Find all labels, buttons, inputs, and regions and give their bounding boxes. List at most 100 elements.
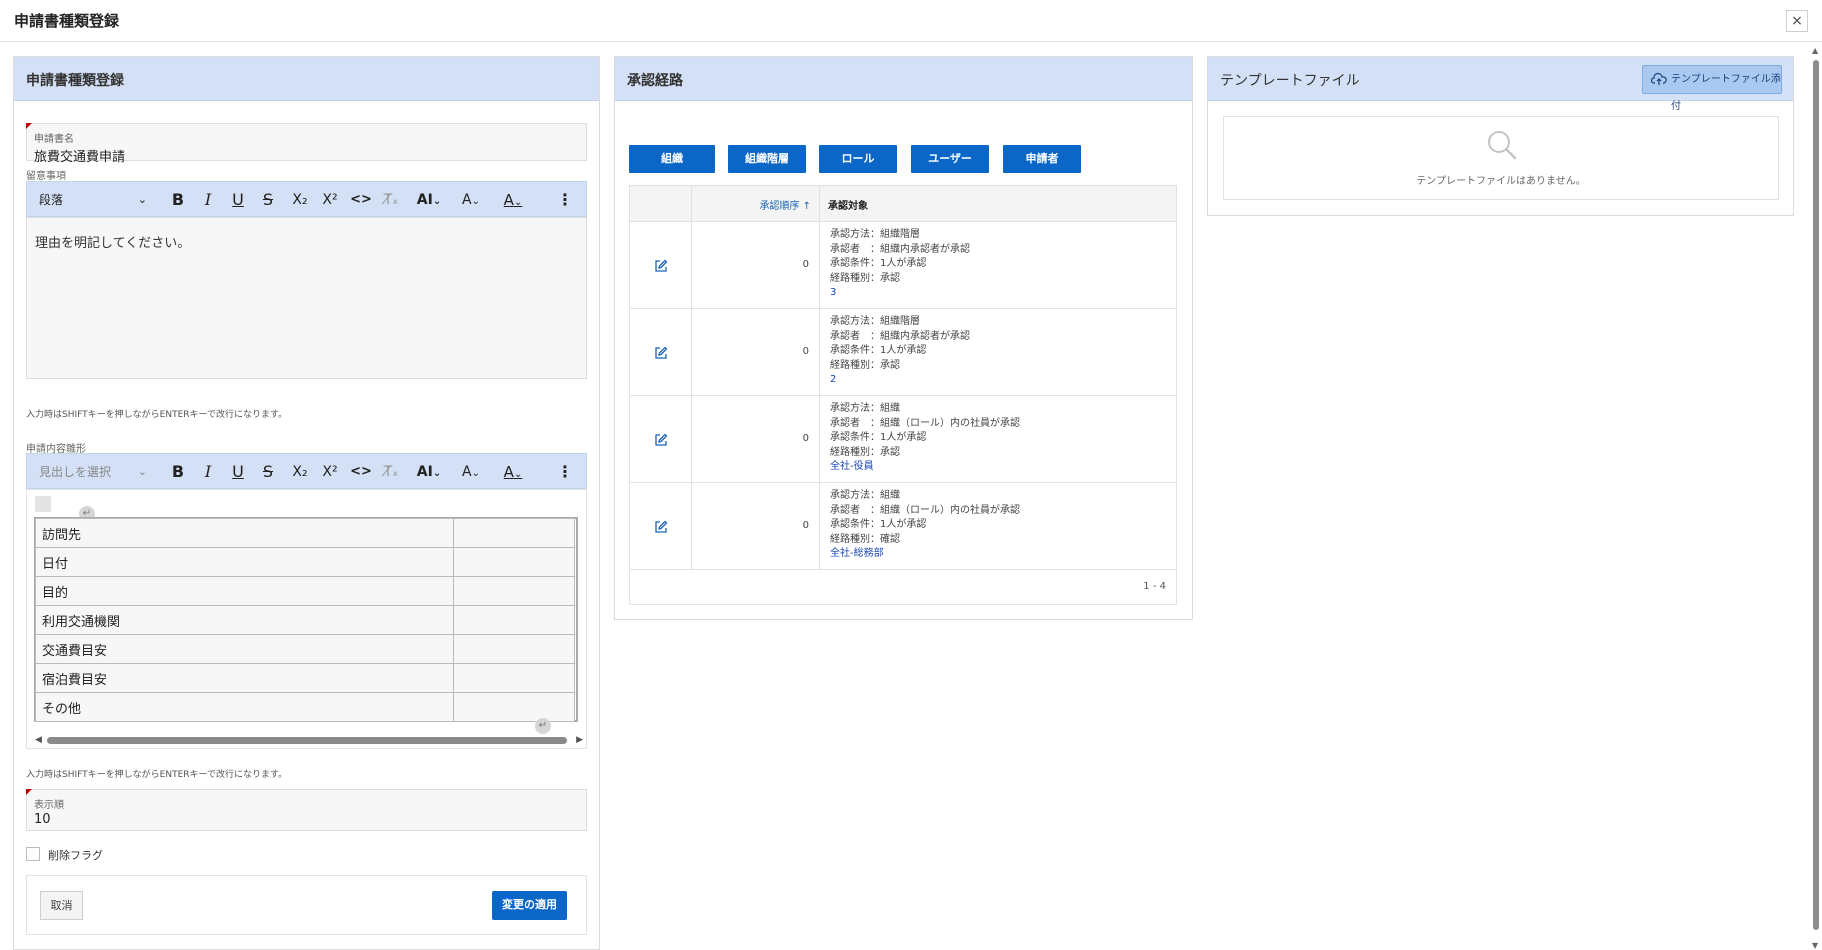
approval-route-header: 承認経路	[615, 57, 1192, 101]
underline-button[interactable]: U	[227, 460, 249, 484]
form-panel: 申請書種類登録 申請書名 旅費交通費申請 留意事項 段落 ⌄ B I U S X₂…	[13, 56, 600, 950]
detail-line: 承認方法：組織	[830, 403, 900, 414]
route-target-link[interactable]: 全社-総務部	[830, 547, 1020, 562]
edit-icon[interactable]	[653, 258, 669, 274]
empty-state: テンプレートファイルはありません。	[1223, 116, 1779, 200]
edit-icon[interactable]	[653, 519, 669, 535]
order-field[interactable]: 表示順 10	[26, 789, 587, 831]
chevron-down-icon: ⌄	[513, 197, 523, 208]
font-size-label: AI	[416, 464, 433, 480]
route-user-button[interactable]: ユーザー	[911, 145, 989, 173]
superscript-button[interactable]: X²	[317, 460, 343, 484]
delete-flag-label: 削除フラグ	[48, 849, 103, 862]
table-cell-value[interactable]	[453, 547, 575, 577]
approval-detail: 承認方法：組織階層 承認者 ：組織内承認者が承認 承認条件：1人が承認 経路種別：承認…	[830, 315, 970, 388]
strikethrough-button[interactable]: S	[257, 460, 279, 484]
font-style-button[interactable]: A⌄	[455, 460, 487, 484]
name-field[interactable]: 申請書名 旅費交通費申請	[26, 123, 587, 165]
clear-format-button[interactable]: T̸ₓ	[379, 460, 403, 484]
table-select-handle[interactable]	[35, 496, 51, 512]
template-hint: 入力時はSHIFTキーを押しながらENTERキーで改行になります。	[26, 770, 288, 780]
table-cell-label[interactable]: その他	[35, 692, 454, 722]
route-target-link[interactable]: 2	[830, 373, 970, 388]
paragraph-select-label: 段落	[39, 193, 64, 207]
table-cell-value[interactable]	[453, 692, 575, 722]
scrollbar-thumb[interactable]	[1813, 60, 1819, 930]
font-size-button[interactable]: AI⌄	[413, 188, 445, 212]
code-button[interactable]: <>	[349, 460, 373, 484]
italic-button[interactable]: I	[197, 460, 219, 484]
detail-line: 承認者 ：組織内承認者が承認	[830, 330, 970, 342]
table-cell-value[interactable]	[453, 634, 575, 664]
sort-order-header[interactable]: 承認順序 ↑	[692, 186, 820, 221]
notes-editor[interactable]: 理由を明記してください。	[26, 217, 587, 379]
template-editor[interactable]: ↵ 訪問先 日付 目的 利用交通機関 交通費目安 宿泊費目安 その他 ↵ ◀ ▶	[26, 489, 587, 749]
underline-button[interactable]: U	[227, 188, 249, 212]
notes-label: 留意事項	[26, 171, 66, 182]
edit-icon[interactable]	[653, 432, 669, 448]
detail-line: 経路種別：承認	[830, 359, 900, 371]
clear-format-button[interactable]: T̸ₓ	[379, 188, 403, 212]
table-cell-value[interactable]	[453, 518, 575, 548]
required-mark	[26, 123, 32, 129]
detail-line: 承認条件：1人が承認	[830, 258, 927, 269]
cancel-button[interactable]: 取消	[40, 891, 83, 920]
text-color-button[interactable]: A⌄	[497, 188, 529, 212]
chevron-down-icon: ⌄	[432, 196, 442, 207]
table-cell-label[interactable]: 目的	[35, 576, 454, 606]
code-button[interactable]: <>	[349, 188, 373, 212]
scroll-left-icon[interactable]: ◀	[35, 735, 42, 745]
scroll-down-icon[interactable]: ▼	[1812, 941, 1818, 950]
bold-button[interactable]: B	[167, 188, 189, 212]
close-button[interactable]: ×	[1786, 10, 1808, 32]
name-field-value: 旅費交通費申請	[34, 150, 126, 165]
more-options-icon[interactable]: ⋮	[557, 188, 573, 212]
vertical-scrollbar[interactable]: ▲ ▼	[1811, 46, 1821, 950]
action-bar: 取消 変更の適用	[26, 875, 587, 935]
paragraph-select[interactable]: 段落 ⌄	[33, 189, 151, 211]
edit-icon[interactable]	[653, 345, 669, 361]
horizontal-scrollbar[interactable]: ◀ ▶	[35, 735, 583, 745]
route-role-button[interactable]: ロール	[819, 145, 897, 173]
table-cell-label[interactable]: 宿泊費目安	[35, 663, 454, 693]
apply-button[interactable]: 変更の適用	[492, 891, 567, 920]
route-target-link[interactable]: 3	[830, 286, 970, 301]
italic-button[interactable]: I	[197, 188, 219, 212]
strikethrough-button[interactable]: S	[257, 188, 279, 212]
table-cell-value[interactable]	[453, 576, 575, 606]
table-cell-label[interactable]: 交通費目安	[35, 634, 454, 664]
heading-select[interactable]: 見出しを選択 ⌄	[33, 461, 151, 483]
table-cell-label[interactable]: 利用交通機関	[35, 605, 454, 635]
table-cell-value[interactable]	[453, 605, 575, 635]
row-action-cell	[630, 309, 692, 395]
bold-button[interactable]: B	[167, 460, 189, 484]
route-org-hierarchy-button[interactable]: 組織階層	[728, 145, 806, 173]
text-color-label: A	[503, 191, 514, 209]
route-applicant-button[interactable]: 申請者	[1003, 145, 1081, 173]
subscript-button[interactable]: X₂	[287, 460, 313, 484]
font-style-button[interactable]: A⌄	[455, 188, 487, 212]
table-cell-value[interactable]	[453, 663, 575, 693]
text-color-button[interactable]: A⌄	[497, 460, 529, 484]
notes-hint: 入力時はSHIFTキーを押しながらENTERキーで改行になります。	[26, 410, 288, 420]
search-icon	[1488, 131, 1517, 160]
row-target-cell: 承認方法：組織 承認者 ：組織（ロール）内の社員が承認 承認条件：1人が承認 経路種別…	[820, 483, 1176, 569]
font-size-button[interactable]: AI⌄	[413, 460, 445, 484]
superscript-button[interactable]: X²	[317, 188, 343, 212]
more-options-icon[interactable]: ⋮	[557, 460, 573, 484]
scroll-up-icon[interactable]: ▲	[1812, 46, 1818, 55]
row-order-cell: 0	[692, 309, 820, 395]
route-organization-button[interactable]: 組織	[629, 145, 715, 173]
route-target-link[interactable]: 全社-役員	[830, 460, 1020, 475]
subscript-button[interactable]: X₂	[287, 188, 313, 212]
return-icon[interactable]: ↵	[535, 718, 551, 734]
table-cell-label[interactable]: 日付	[35, 547, 454, 577]
scroll-right-icon[interactable]: ▶	[576, 735, 583, 745]
template-toolbar: 見出しを選択 ⌄ B I U S X₂ X² <> T̸ₓ AI⌄ A⌄ A⌄ ⋮	[26, 453, 587, 489]
window-titlebar: 申請書種類登録 ×	[0, 0, 1822, 42]
row-order-cell: 0	[692, 396, 820, 482]
table-cell-label[interactable]: 訪問先	[35, 518, 454, 548]
scrollbar-thumb[interactable]	[47, 737, 567, 744]
attach-template-button[interactable]: テンプレートファイル添付	[1642, 65, 1782, 112]
delete-flag-checkbox[interactable]	[26, 847, 40, 861]
